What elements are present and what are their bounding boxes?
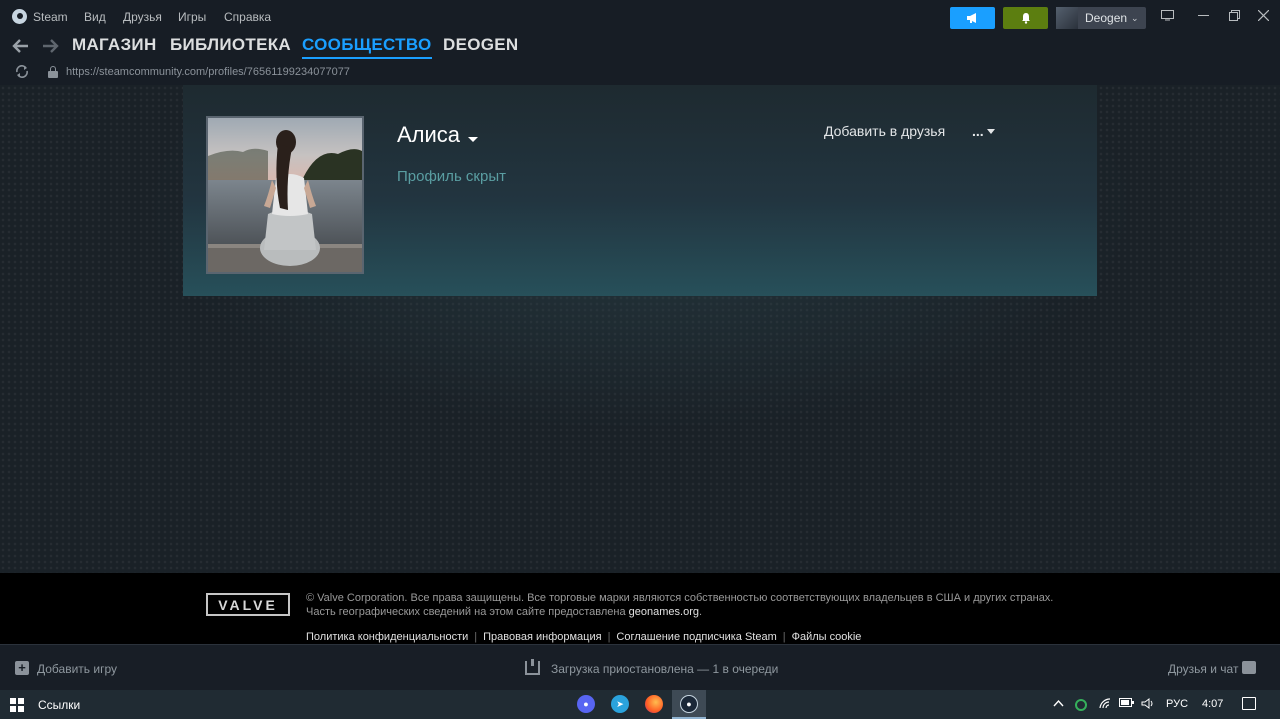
input-language[interactable]: РУС [1166,698,1188,710]
windows-taskbar: Ссылки ● ➤ ● РУС 4:07 [0,690,1280,719]
nav-profile[interactable]: DEOGEN [443,35,518,55]
menu-help[interactable]: Справка [224,10,271,24]
legal-line-2: Часть географических сведений на этом са… [306,605,1053,619]
firefox-icon[interactable] [645,695,663,713]
persona-dropdown-icon[interactable] [468,137,478,142]
separator: | [474,631,478,643]
valve-logo[interactable]: VALVE [206,593,290,616]
add-game-button[interactable]: Добавить игру [37,662,117,676]
taskbar-links-toolbar[interactable]: Ссылки [38,698,80,712]
tray-app-icon[interactable] [1075,699,1087,711]
legal-line-1: © Valve Corporation. Все права защищены.… [306,592,1054,604]
notifications-button[interactable] [1003,7,1048,29]
privacy-policy-link[interactable]: Политика конфиденциальности [306,631,468,643]
menu-games[interactable]: Игры [178,10,206,24]
url-text[interactable]: https://steamcommunity.com/profiles/7656… [66,66,350,78]
battery-icon[interactable] [1119,698,1134,710]
legal-line-2-text: Часть географических сведений на этом са… [306,606,629,618]
lock-icon [48,66,58,78]
bell-icon [1021,13,1030,24]
footer-links: Политика конфиденциальности | Правовая инф… [306,631,861,643]
geonames-link[interactable]: geonames.org [629,606,699,618]
separator: | [607,631,611,643]
windows-start-icon[interactable] [10,698,24,712]
url-bar: https://steamcommunity.com/profiles/7656… [0,60,1280,85]
nav-library[interactable]: БИБЛИОТЕКА [170,35,291,55]
profile-private-text: Профиль скрыт [397,168,506,185]
minimize-icon[interactable] [1198,9,1209,24]
cookies-link[interactable]: Файлы cookie [792,631,862,643]
menu-view[interactable]: Вид [84,10,106,24]
menu-steam[interactable]: Steam [33,10,68,24]
legal-info-link[interactable]: Правовая информация [483,631,601,643]
legal-line-2-end: . [698,606,703,618]
status-bar: + Добавить игру Загрузка приостановлена … [0,644,1280,690]
chevron-down-icon: ⌄ [1131,12,1139,23]
separator: | [782,631,786,643]
tray-expand-icon[interactable] [1053,698,1064,710]
download-icon[interactable] [525,659,540,675]
nav-bar: МАГАЗИН БИБЛИОТЕКА СООБЩЕСТВО DEOGEN [0,34,1280,60]
account-name: Deogen [1085,11,1128,25]
add-friend-button[interactable]: Добавить в друзья [824,123,945,139]
subscriber-agreement-link[interactable]: Соглашение подписчика Steam [616,631,776,643]
persona-name[interactable]: Алиса [397,122,460,148]
avatar [1056,7,1078,29]
close-icon[interactable] [1257,9,1270,24]
volume-icon[interactable] [1141,698,1155,712]
steam-logo-icon[interactable] [12,9,27,24]
nav-community[interactable]: СООБЩЕСТВО [302,35,432,59]
legal-text: © Valve Corporation. Все права защищены.… [306,591,1053,619]
menu-friends[interactable]: Друзья [123,10,162,24]
restore-icon[interactable] [1229,9,1240,24]
discord-icon[interactable]: ● [577,695,595,713]
telegram-icon[interactable]: ➤ [611,695,629,713]
megaphone-icon [966,13,976,23]
add-game-icon[interactable]: + [15,661,29,675]
download-status[interactable]: Загрузка приостановлена — 1 в очереди [551,662,778,676]
account-menu[interactable]: Deogen ⌄ [1056,7,1146,29]
back-arrow-icon[interactable] [12,34,30,61]
friends-icon[interactable] [1242,661,1256,674]
clock[interactable]: 4:07 [1202,698,1223,710]
profile-header: Алиса Профиль скрыт Добавить в друзья ..… [183,85,1097,296]
page-footer: VALVE © Valve Corporation. Все права защ… [0,573,1280,644]
profile-avatar[interactable] [206,116,364,274]
announcements-button[interactable] [950,7,995,29]
steam-taskbar-icon[interactable]: ● [680,695,698,713]
chevron-down-icon[interactable] [987,129,995,134]
friends-chat-button[interactable]: Друзья и чат [1168,662,1238,676]
reload-icon[interactable] [15,65,29,81]
forward-arrow-icon[interactable] [41,34,59,61]
menu-bar: Steam Вид Друзья Игры Справка Deogen ⌄ [0,0,1280,34]
wifi-icon[interactable] [1099,698,1112,712]
more-options-button[interactable]: ... [972,123,984,139]
action-center-icon[interactable] [1242,697,1256,710]
big-picture-icon[interactable] [1161,9,1174,24]
nav-store[interactable]: МАГАЗИН [72,35,157,55]
